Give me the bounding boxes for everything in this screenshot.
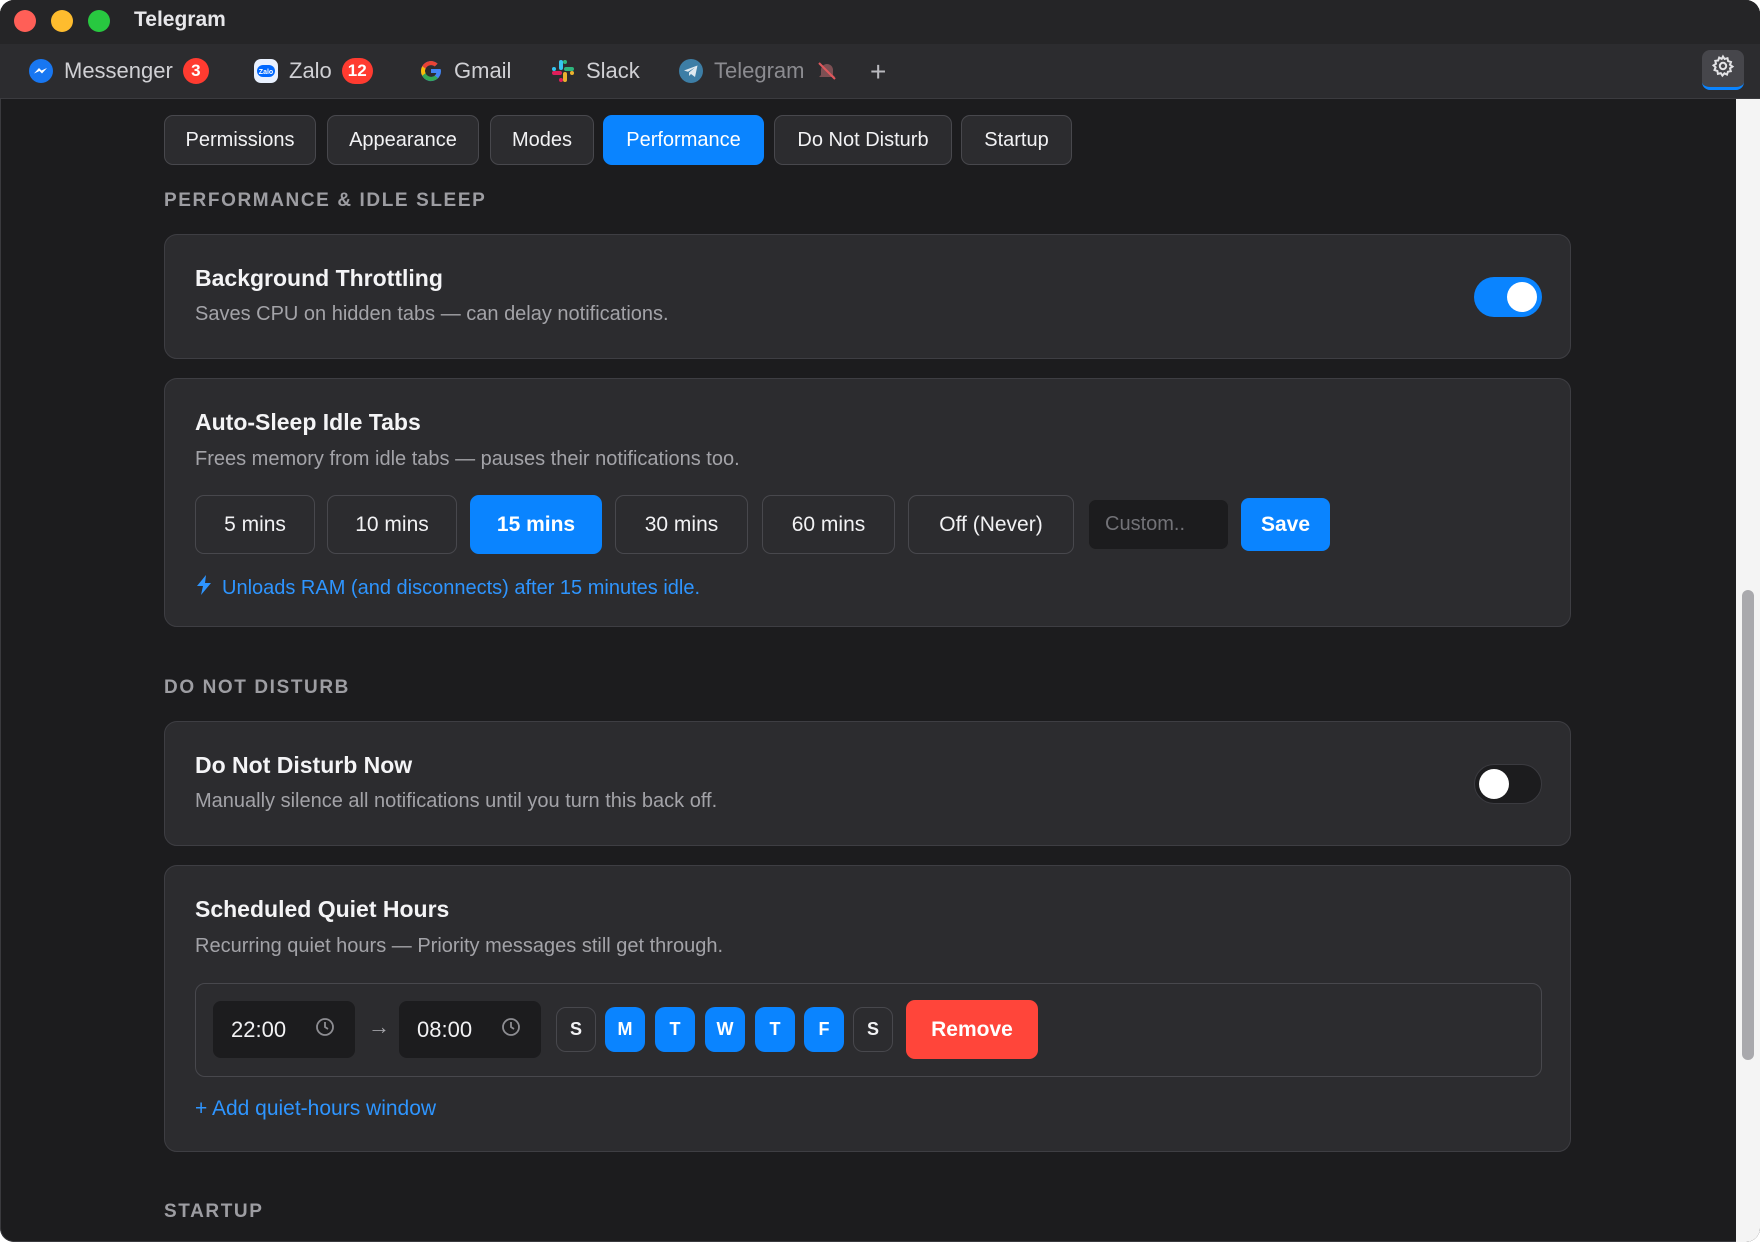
lightning-icon [196,575,212,601]
tab-startup[interactable]: Startup [961,115,1072,165]
time-value: 22:00 [231,1016,287,1042]
tab-appearance[interactable]: Appearance [327,115,479,165]
tab-permissions[interactable]: Permissions [164,115,316,165]
tab-performance[interactable]: Performance [603,115,764,165]
card-title: Do Not Disturb Now [195,752,413,778]
app-tab-label: Zalo [289,58,332,83]
card-title: Auto-Sleep Idle Tabs [195,409,421,435]
app-tab-zalo[interactable]: Zalo Zalo 12 [253,54,373,88]
background-throttling-card: Background Throttling Saves CPU on hidde… [164,234,1571,359]
card-title: Background Throttling [195,265,443,291]
app-tab-label: Messenger [64,58,173,83]
sleep-option-10-mins[interactable]: 10 mins [327,495,457,554]
sleep-option-30-mins[interactable]: 30 mins [615,495,748,554]
custom-sleep-input[interactable] [1088,499,1229,550]
minimize-window-button[interactable] [51,10,73,32]
scrollbar-thumb[interactable] [1742,590,1754,1060]
slack-icon [550,58,576,84]
zalo-icon: Zalo [253,58,279,84]
window-title: Telegram [134,8,226,31]
remove-quiet-hours-button[interactable]: Remove [906,1000,1038,1059]
telegram-icon [678,58,704,84]
card-description: Saves CPU on hidden tabs — can delay not… [195,303,669,325]
messenger-icon [28,58,54,84]
time-range-arrow: → [368,1014,390,1039]
title-bar: Telegram [0,0,1760,44]
toggle-knob [1479,769,1509,799]
background-throttling-toggle[interactable] [1474,277,1542,317]
clock-icon [315,1017,335,1043]
section-heading-dnd: DO NOT DISTURB [164,677,351,698]
card-title: Scheduled Quiet Hours [195,896,450,922]
gmail-icon [418,58,444,84]
unread-badge: 3 [182,58,209,84]
app-tab-messenger[interactable]: Messenger 3 [28,54,209,88]
sleep-status-text: Unloads RAM (and disconnects) after 15 m… [222,576,701,599]
tab-do-not-disturb[interactable]: Do Not Disturb [774,115,952,165]
muted-bell-icon [814,58,840,84]
section-heading-performance: PERFORMANCE & IDLE SLEEP [164,190,487,211]
quiet-end-time[interactable]: 08:00 [399,1001,541,1058]
sleep-option-15-mins[interactable]: 15 mins [470,495,602,554]
app-tab-telegram[interactable]: Telegram [678,54,840,88]
card-description: Recurring quiet hours — Priority message… [195,935,724,957]
close-window-button[interactable] [14,10,36,32]
day-saturday[interactable]: S [853,1007,893,1052]
add-tab-button[interactable]: + [870,56,886,88]
zoom-window-button[interactable] [88,10,110,32]
unread-badge: 12 [341,58,373,84]
time-value: 08:00 [417,1016,473,1042]
add-quiet-hours-link[interactable]: + Add quiet-hours window [195,1097,436,1121]
gear-icon [1711,54,1735,83]
day-tuesday[interactable]: T [655,1007,695,1052]
sleep-status-note: Unloads RAM (and disconnects) after 15 m… [196,575,700,601]
tab-modes[interactable]: Modes [490,115,594,165]
app-tab-gmail[interactable]: Gmail [418,54,511,88]
card-description: Frees memory from idle tabs — pauses the… [195,448,740,470]
svg-text:Zalo: Zalo [259,69,273,76]
save-custom-button[interactable]: Save [1241,498,1330,551]
quiet-start-time[interactable]: 22:00 [213,1001,355,1058]
dnd-now-toggle[interactable] [1474,764,1542,804]
day-wednesday[interactable]: W [705,1007,745,1052]
dnd-now-card: Do Not Disturb Now Manually silence all … [164,721,1571,846]
app-tab-label: Telegram [714,58,805,83]
app-window: Telegram Messenger 3 Zalo Zalo 12 Gmail … [0,0,1760,1242]
clock-icon [501,1017,521,1043]
sleep-option-never[interactable]: Off (Never) [908,495,1074,554]
app-tab-slack[interactable]: Slack [550,54,640,88]
day-monday[interactable]: M [605,1007,645,1052]
app-tab-label: Slack [586,58,640,83]
section-heading-startup: STARTUP [164,1201,264,1222]
settings-button[interactable] [1702,50,1744,90]
day-sunday[interactable]: S [556,1007,596,1052]
sleep-option-5-mins[interactable]: 5 mins [195,495,315,554]
day-thursday[interactable]: T [755,1007,795,1052]
app-tab-label: Gmail [454,58,512,83]
toggle-knob [1507,282,1537,312]
sleep-option-60-mins[interactable]: 60 mins [762,495,895,554]
day-friday[interactable]: F [804,1007,844,1052]
card-description: Manually silence all notifications until… [195,790,718,812]
